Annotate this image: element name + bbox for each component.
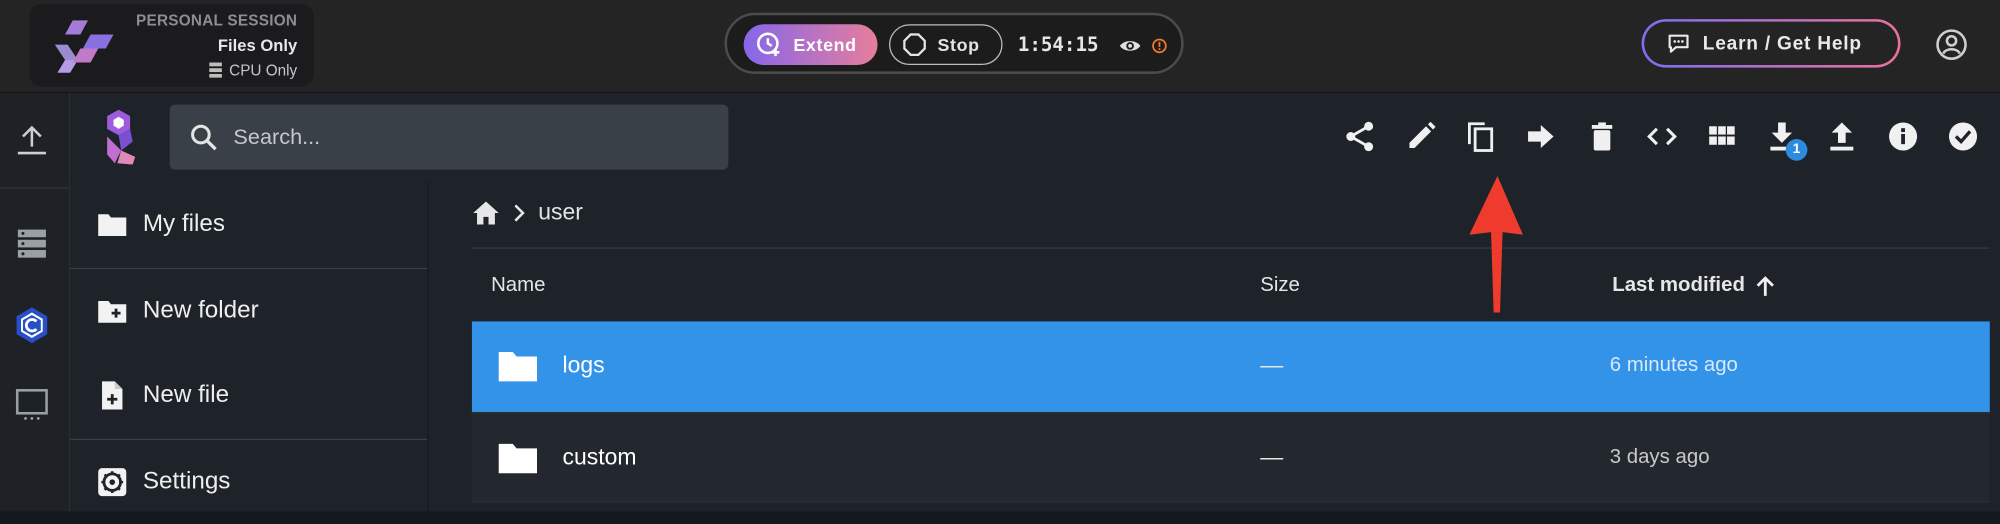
app-logo-icon	[54, 20, 114, 73]
file-size: —	[1260, 352, 1284, 378]
file-name: logs	[562, 352, 605, 378]
code-icon[interactable]	[1645, 120, 1678, 153]
file-size: —	[1260, 443, 1284, 470]
table-header: Name Size Last modified	[471, 247, 1990, 321]
edit-icon[interactable]	[1404, 120, 1437, 153]
file-name: custom	[562, 443, 637, 470]
help-button-inner: Learn / Get Help	[1644, 21, 1898, 66]
upload-icon[interactable]	[14, 122, 50, 158]
session-mode: Files Only	[217, 35, 298, 55]
info-icon[interactable]	[1886, 120, 1919, 153]
learn-get-help-button[interactable]: Learn / Get Help	[1641, 19, 1901, 68]
annotation-arrow	[1469, 176, 1523, 313]
folder-icon	[498, 352, 537, 382]
stop-label: Stop	[937, 34, 980, 55]
sidebar-item-new-folder[interactable]: New folder	[70, 269, 427, 353]
column-size[interactable]: Size	[1260, 274, 1300, 297]
extend-label: Extend	[793, 34, 857, 55]
table-row[interactable]: custom — 3 days ago	[471, 411, 1990, 503]
settings-icon	[98, 468, 127, 497]
sidebar-item-settings[interactable]: Settings	[70, 440, 427, 524]
sidebar-item-label: New file	[142, 381, 230, 409]
folder-icon	[498, 443, 537, 474]
server-icon	[208, 62, 222, 78]
clock-plus-icon	[757, 32, 780, 57]
session-timer: 1:54:15	[1017, 33, 1099, 57]
chevron-right-icon	[514, 203, 525, 221]
left-rail	[0, 93, 71, 512]
session-controls: Extend Stop 1:54:15	[724, 12, 1184, 74]
chat-bubble-icon	[1668, 34, 1689, 53]
upload-file-icon[interactable]	[1825, 120, 1858, 153]
sort-ascending-icon	[1756, 275, 1774, 296]
search-input[interactable]	[230, 123, 696, 152]
help-label: Learn / Get Help	[1702, 32, 1862, 55]
file-modified: 6 minutes ago	[1609, 354, 1738, 377]
breadcrumb: user	[472, 199, 583, 226]
eye-icon[interactable]	[1119, 34, 1142, 57]
column-last-modified-label: Last modified	[1612, 274, 1745, 296]
warning-icon[interactable]	[1152, 38, 1167, 54]
stop-octagon-icon	[903, 33, 926, 56]
session-top-bar: PERSONAL SESSION Files Only CPU Only Ext…	[0, 0, 2000, 94]
hardware-label: CPU Only	[229, 61, 298, 80]
sidebar-item-label: My files	[142, 210, 226, 238]
account-icon[interactable]	[1935, 28, 1968, 61]
session-card: PERSONAL SESSION Files Only CPU Only	[29, 3, 314, 87]
extend-button[interactable]: Extend	[743, 24, 878, 66]
storage-icon[interactable]	[14, 226, 50, 262]
column-name[interactable]: Name	[491, 274, 545, 297]
monitor-icon[interactable]	[14, 386, 50, 422]
file-browser-header: 1	[70, 93, 2000, 183]
file-modified: 3 days ago	[1609, 446, 1710, 469]
file-listing: user Name Size Last modified logs — 6 mi…	[428, 182, 2000, 512]
filebrowser-logo-icon	[107, 109, 136, 165]
search-icon	[191, 124, 217, 150]
table-row[interactable]: logs — 6 minutes ago	[471, 321, 1990, 412]
rail-divider	[0, 187, 69, 189]
grid-view-icon[interactable]	[1705, 120, 1738, 153]
download-count-badge: 1	[1785, 139, 1808, 161]
column-last-modified[interactable]: Last modified	[1612, 274, 1775, 297]
delete-icon[interactable]	[1585, 120, 1618, 153]
copy-icon[interactable]	[1464, 120, 1497, 153]
session-label: PERSONAL SESSION	[136, 11, 298, 30]
select-all-icon[interactable]	[1946, 120, 1979, 153]
folder-plus-icon	[98, 301, 127, 323]
home-icon[interactable]	[472, 200, 500, 226]
sidebar: My files New folder New file Settings	[70, 182, 428, 512]
move-icon[interactable]	[1524, 120, 1557, 153]
share-icon[interactable]	[1343, 120, 1376, 153]
app: PERSONAL SESSION Files Only CPU Only Ext…	[0, 0, 2000, 512]
c-app-icon[interactable]	[14, 306, 50, 344]
session-hardware: CPU Only	[208, 61, 298, 80]
stop-button[interactable]: Stop	[889, 24, 1003, 66]
sidebar-item-my-files[interactable]: My files	[70, 182, 427, 266]
search-bar	[169, 104, 729, 170]
folder-icon	[98, 214, 127, 236]
file-plus-icon	[102, 381, 123, 410]
sidebar-item-label: New folder	[142, 297, 259, 324]
breadcrumb-user[interactable]: user	[538, 199, 583, 226]
sidebar-item-new-file[interactable]: New file	[70, 353, 427, 437]
sidebar-item-label: Settings	[142, 468, 231, 495]
